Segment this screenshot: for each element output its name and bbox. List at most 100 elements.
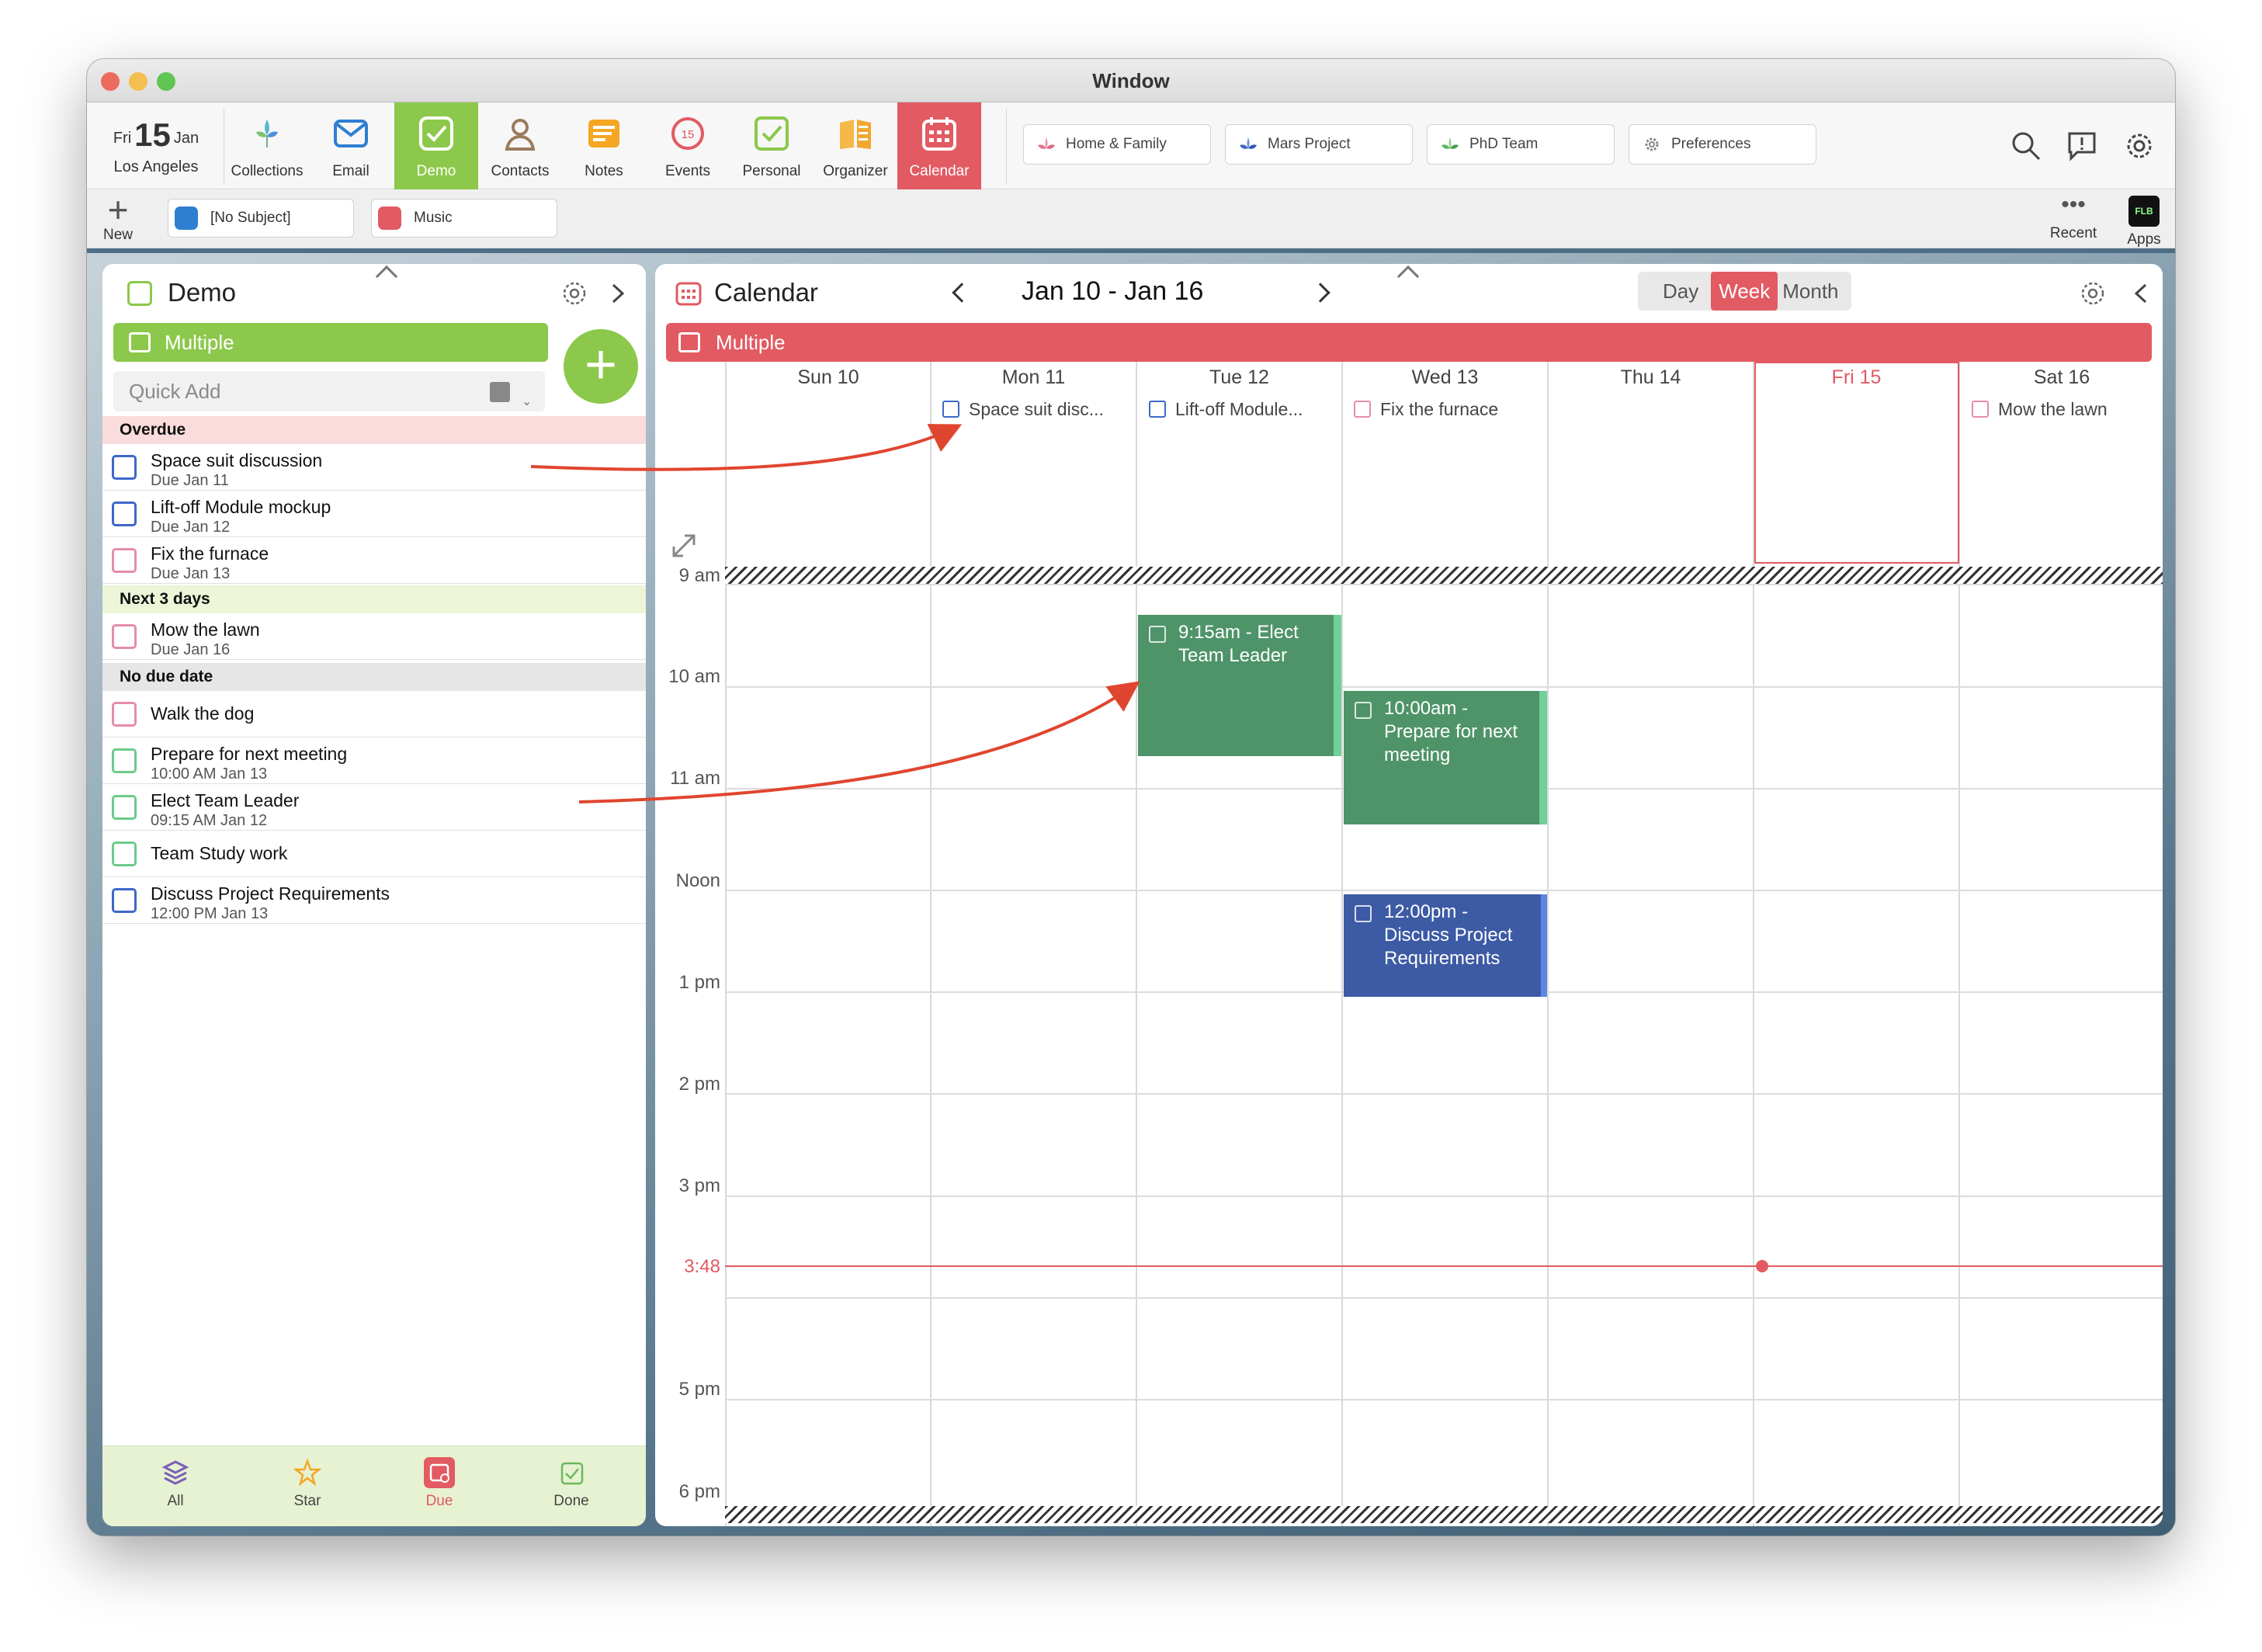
task-checkbox[interactable] bbox=[112, 624, 137, 649]
close-window-button[interactable] bbox=[101, 72, 120, 91]
zoom-window-button[interactable] bbox=[157, 72, 175, 91]
phd-team-icon bbox=[1442, 137, 1459, 149]
allday-item[interactable]: Fix the furnace bbox=[1354, 399, 1540, 420]
allday-label: Space suit disc... bbox=[969, 399, 1104, 419]
collection-phd-team-label: PhD Team bbox=[1469, 136, 1539, 152]
tab-no-subject[interactable]: [No Subject] bbox=[168, 199, 354, 238]
collection-mars-project[interactable]: Mars Project bbox=[1225, 124, 1413, 165]
list-item[interactable]: Discuss Project Requirements 12:00 PM Ja… bbox=[102, 877, 646, 924]
task-due: 12:00 PM Jan 13 bbox=[151, 905, 269, 922]
toolbar-events[interactable]: 15 Events bbox=[646, 102, 730, 189]
list-item[interactable]: Space suit discussion Due Jan 11 bbox=[102, 444, 646, 491]
collapse-caret-icon[interactable] bbox=[1396, 265, 1420, 288]
filter-star-button[interactable]: Star bbox=[261, 1457, 354, 1510]
task-checkbox[interactable] bbox=[112, 502, 137, 526]
allday-checkbox[interactable] bbox=[1149, 401, 1166, 418]
task-checkbox[interactable] bbox=[112, 455, 137, 480]
toolbar-contacts[interactable]: Contacts bbox=[478, 102, 562, 189]
list-item[interactable]: Walk the dog bbox=[102, 691, 646, 738]
chevron-right-icon[interactable] bbox=[609, 283, 627, 304]
view-day-button[interactable]: Day bbox=[1638, 272, 1711, 311]
notes-icon bbox=[588, 120, 619, 148]
events-icon: 15 bbox=[671, 117, 704, 150]
chevron-left-icon[interactable] bbox=[2132, 283, 2150, 304]
color-swatch-icon[interactable] bbox=[490, 382, 510, 402]
search-icon[interactable] bbox=[2010, 130, 2042, 161]
allday-checkbox[interactable] bbox=[1972, 401, 1989, 418]
list-item[interactable]: Prepare for next meeting 10:00 AM Jan 13 bbox=[102, 738, 646, 784]
allday-checkbox[interactable] bbox=[942, 401, 959, 418]
allday-item[interactable]: Mow the lawn bbox=[1972, 399, 2158, 420]
task-checkbox[interactable] bbox=[112, 748, 137, 773]
task-checkbox[interactable] bbox=[112, 548, 137, 573]
previous-week-button[interactable] bbox=[952, 283, 972, 303]
task-checkbox[interactable] bbox=[112, 888, 137, 913]
panel-settings-gear-icon[interactable] bbox=[560, 279, 588, 307]
hour-label: Noon bbox=[675, 870, 720, 891]
event-checkbox[interactable] bbox=[1355, 702, 1372, 719]
day-header-thu[interactable]: Thu 14 bbox=[1549, 366, 1753, 389]
allday-item[interactable]: Space suit disc... bbox=[942, 399, 1129, 420]
list-item[interactable]: Fix the furnace Due Jan 13 bbox=[102, 537, 646, 584]
feedback-icon[interactable] bbox=[2066, 130, 2097, 161]
task-checkbox[interactable] bbox=[112, 842, 137, 866]
date-widget[interactable]: Fri15 Jan Los Angeles bbox=[102, 110, 210, 182]
view-week-button[interactable]: Week bbox=[1711, 272, 1778, 311]
collection-preferences[interactable]: Preferences bbox=[1629, 124, 1816, 165]
toolbar-organizer[interactable]: Organizer bbox=[814, 102, 897, 189]
list-item[interactable]: Mow the lawn Due Jan 16 bbox=[102, 613, 646, 660]
list-item[interactable]: Elect Team Leader 09:15 AM Jan 12 bbox=[102, 784, 646, 831]
quick-add-input[interactable]: Quick Add ⌄ bbox=[113, 371, 545, 411]
sidebar-toggle-icon bbox=[129, 332, 151, 352]
day-header-mon[interactable]: Mon 11 bbox=[932, 366, 1136, 389]
collection-home-family[interactable]: Home & Family bbox=[1023, 124, 1211, 165]
apps-button[interactable]: FLB Apps bbox=[2121, 194, 2167, 248]
next-week-button[interactable] bbox=[1310, 283, 1330, 303]
allday-checkbox[interactable] bbox=[1354, 401, 1371, 418]
task-due: Due Jan 11 bbox=[151, 472, 229, 489]
event-checkbox[interactable] bbox=[1355, 905, 1372, 922]
toolbar-personal[interactable]: Personal bbox=[730, 102, 814, 189]
grid-line bbox=[725, 362, 727, 1526]
event-elect-team-leader[interactable]: 9:15am - Elect Team Leader bbox=[1138, 615, 1341, 756]
toolbar-calendar[interactable]: Calendar bbox=[897, 102, 981, 189]
event-prepare-next-meeting[interactable]: 10:00am - Prepare for next meeting bbox=[1344, 691, 1547, 824]
collapse-caret-icon[interactable] bbox=[375, 265, 398, 288]
hour-line bbox=[725, 686, 2163, 688]
add-task-button[interactable]: + bbox=[564, 329, 638, 404]
tab-music[interactable]: Music bbox=[371, 199, 557, 238]
recent-button[interactable]: ••• Recent bbox=[2038, 193, 2108, 242]
collection-phd-team[interactable]: PhD Team bbox=[1427, 124, 1615, 165]
filter-all-button[interactable]: All bbox=[129, 1457, 222, 1510]
allday-item[interactable]: Lift-off Module... bbox=[1149, 399, 1335, 420]
toolbar-collections[interactable]: Collections bbox=[225, 102, 309, 189]
day-header-sat[interactable]: Sat 16 bbox=[1960, 366, 2163, 389]
filter-done-button[interactable]: Done bbox=[525, 1457, 618, 1510]
toolbar-notes[interactable]: Notes bbox=[562, 102, 646, 189]
list-item[interactable]: Team Study work bbox=[102, 831, 646, 877]
toolbar-demo[interactable]: Demo bbox=[394, 102, 478, 189]
day-header-sun[interactable]: Sun 10 bbox=[727, 366, 930, 389]
minimize-window-button[interactable] bbox=[129, 72, 147, 91]
list-item[interactable]: Lift-off Module mockup Due Jan 12 bbox=[102, 491, 646, 537]
filter-due-button[interactable]: Due bbox=[393, 1457, 486, 1510]
task-checkbox[interactable] bbox=[112, 702, 137, 727]
toolbar-email[interactable]: Email bbox=[309, 102, 393, 189]
out-of-hours-hatch bbox=[725, 567, 2163, 584]
event-discuss-project-requirements[interactable]: 12:00pm - Discuss Project Requirements bbox=[1344, 894, 1547, 997]
calendar-multiple-filter-bar[interactable]: Multiple bbox=[666, 323, 2152, 362]
demo-check-icon bbox=[127, 281, 152, 306]
done-check-icon bbox=[560, 1462, 584, 1485]
day-header-wed[interactable]: Wed 13 bbox=[1343, 366, 1547, 389]
settings-gear-icon[interactable] bbox=[2124, 130, 2155, 161]
calendar-icon bbox=[922, 117, 956, 151]
task-checkbox[interactable] bbox=[112, 795, 137, 820]
expand-arrows-icon[interactable] bbox=[671, 533, 697, 559]
event-checkbox[interactable] bbox=[1149, 626, 1166, 643]
multiple-filter-bar[interactable]: Multiple bbox=[113, 323, 548, 362]
current-time-dot bbox=[1756, 1260, 1768, 1272]
calendar-settings-gear-icon[interactable] bbox=[2079, 279, 2107, 307]
day-header-tue[interactable]: Tue 12 bbox=[1137, 366, 1341, 389]
view-month-button[interactable]: Month bbox=[1778, 272, 1851, 311]
new-button[interactable]: + New bbox=[96, 192, 140, 244]
